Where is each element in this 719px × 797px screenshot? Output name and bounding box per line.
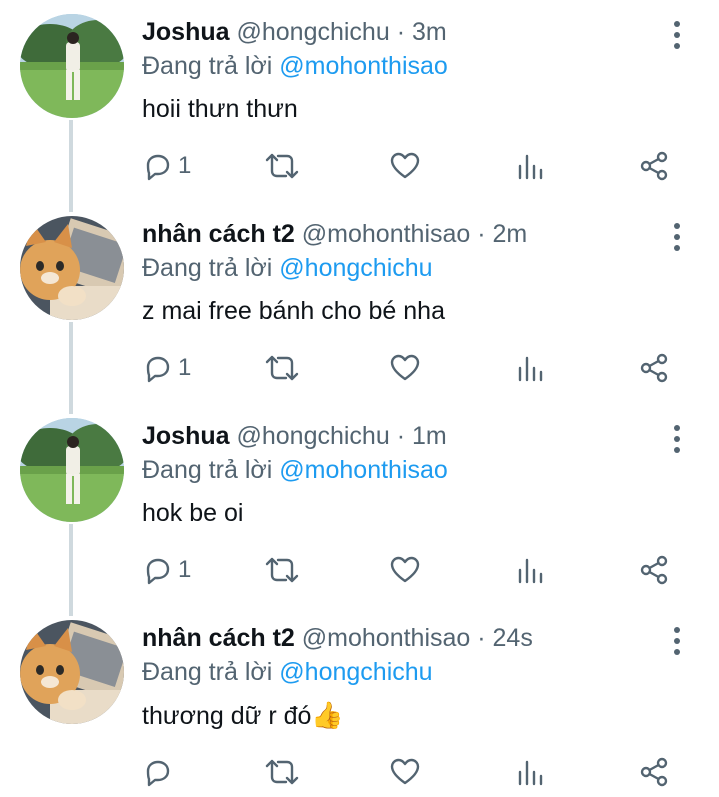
retweet-button[interactable] xyxy=(264,552,300,588)
reply-prefix: Đang trả lời xyxy=(142,52,273,80)
avatar[interactable] xyxy=(20,216,124,320)
more-options-icon[interactable] xyxy=(665,422,689,456)
display-name[interactable]: Joshua xyxy=(142,422,230,450)
separator: · xyxy=(470,624,493,652)
tweet-header: Joshua @hongchichu · 1m xyxy=(142,420,447,452)
reply-count: 1 xyxy=(178,354,192,381)
separator: · xyxy=(470,220,493,248)
tweet-header: nhân cách t2 @mohonthisao · 24s xyxy=(142,622,533,654)
heart-icon xyxy=(390,556,420,583)
replying-to: Đang trả lời @hongchichu xyxy=(142,656,433,688)
reply-prefix: Đang trả lời xyxy=(142,456,273,484)
action-bar: 1 xyxy=(0,350,719,386)
analytics-icon xyxy=(518,154,543,180)
timestamp[interactable]: 2m xyxy=(493,220,528,248)
share-button[interactable] xyxy=(638,552,670,588)
tweet-header: nhân cách t2 @mohonthisao · 2m xyxy=(142,218,527,250)
avatar[interactable] xyxy=(20,14,124,118)
reply-icon xyxy=(146,154,170,181)
share-button[interactable] xyxy=(638,350,670,386)
reply-button[interactable]: 1 xyxy=(142,350,191,386)
more-options-icon[interactable] xyxy=(665,18,689,52)
share-icon xyxy=(640,353,668,383)
tweet-text: z mai free bánh cho bé nha xyxy=(142,297,445,325)
heart-icon xyxy=(390,758,420,785)
share-icon xyxy=(640,151,668,181)
reply-button[interactable] xyxy=(142,754,178,790)
replying-to: Đang trả lời @hongchichu xyxy=(142,252,433,284)
analytics-button[interactable] xyxy=(516,552,546,588)
share-icon xyxy=(640,757,668,787)
analytics-icon xyxy=(518,356,543,382)
handle[interactable]: @hongchichu xyxy=(236,422,389,450)
reply-mention-link[interactable]: @hongchichu xyxy=(279,254,432,282)
retweet-icon xyxy=(265,759,299,785)
reply-icon xyxy=(146,760,170,787)
retweet-icon xyxy=(265,557,299,583)
reply-prefix: Đang trả lời xyxy=(142,658,273,686)
action-bar: 1 xyxy=(0,148,719,184)
tweet[interactable]: nhân cách t2 @mohonthisao · 24s Đang trả… xyxy=(0,606,719,797)
like-button[interactable] xyxy=(389,148,421,184)
tweet[interactable]: Joshua @hongchichu · 1m Đang trả lời @mo… xyxy=(0,404,719,606)
reply-count: 1 xyxy=(178,556,192,583)
tweet-text: hok be oi xyxy=(142,499,244,527)
replying-to: Đang trả lời @mohonthisao xyxy=(142,50,448,82)
avatar[interactable] xyxy=(20,620,124,724)
heart-icon xyxy=(390,354,420,381)
separator: · xyxy=(389,422,412,450)
reply-mention-link[interactable]: @mohonthisao xyxy=(279,52,448,80)
retweet-button[interactable] xyxy=(264,148,300,184)
like-button[interactable] xyxy=(389,552,421,588)
reply-count: 1 xyxy=(178,152,192,179)
display-name[interactable]: Joshua xyxy=(142,18,230,46)
heart-icon xyxy=(390,152,420,179)
reply-prefix: Đang trả lời xyxy=(142,254,273,282)
analytics-button[interactable] xyxy=(516,754,546,790)
analytics-icon xyxy=(518,558,543,584)
display-name[interactable]: nhân cách t2 xyxy=(142,220,295,248)
reply-mention-link[interactable]: @mohonthisao xyxy=(279,456,448,484)
handle[interactable]: @mohonthisao xyxy=(302,624,471,652)
retweet-icon xyxy=(265,355,299,381)
tweet[interactable]: nhân cách t2 @mohonthisao · 2m Đang trả … xyxy=(0,202,719,404)
handle[interactable]: @hongchichu xyxy=(236,18,389,46)
action-bar xyxy=(0,754,719,790)
reply-button[interactable]: 1 xyxy=(142,148,191,184)
share-icon xyxy=(640,555,668,585)
tweet-text: thương dữ r đó👍 xyxy=(142,699,344,732)
analytics-icon xyxy=(518,760,543,786)
timestamp[interactable]: 24s xyxy=(493,624,533,652)
tweet-text: hoii thưn thưn xyxy=(142,95,298,123)
analytics-button[interactable] xyxy=(516,350,546,386)
handle[interactable]: @mohonthisao xyxy=(302,220,471,248)
reply-icon xyxy=(146,356,170,383)
thumbs-up-emoji: 👍 xyxy=(311,700,344,730)
replying-to: Đang trả lời @mohonthisao xyxy=(142,454,448,486)
reply-button[interactable]: 1 xyxy=(142,552,191,588)
tweet[interactable]: Joshua @hongchichu · 3m Đang trả lời @mo… xyxy=(0,0,719,202)
share-button[interactable] xyxy=(638,148,670,184)
retweet-button[interactable] xyxy=(264,754,300,790)
analytics-button[interactable] xyxy=(516,148,546,184)
more-options-icon[interactable] xyxy=(665,624,689,658)
more-options-icon[interactable] xyxy=(665,220,689,254)
reply-mention-link[interactable]: @hongchichu xyxy=(279,658,432,686)
like-button[interactable] xyxy=(389,754,421,790)
timestamp[interactable]: 3m xyxy=(412,18,447,46)
avatar[interactable] xyxy=(20,418,124,522)
share-button[interactable] xyxy=(638,754,670,790)
tweet-header: Joshua @hongchichu · 3m xyxy=(142,16,447,48)
display-name[interactable]: nhân cách t2 xyxy=(142,624,295,652)
like-button[interactable] xyxy=(389,350,421,386)
timestamp[interactable]: 1m xyxy=(412,422,447,450)
reply-icon xyxy=(146,558,170,585)
retweet-button[interactable] xyxy=(264,350,300,386)
action-bar: 1 xyxy=(0,552,719,588)
retweet-icon xyxy=(265,153,299,179)
separator: · xyxy=(389,18,412,46)
tweet-text-content: thương dữ r đó xyxy=(142,702,312,730)
